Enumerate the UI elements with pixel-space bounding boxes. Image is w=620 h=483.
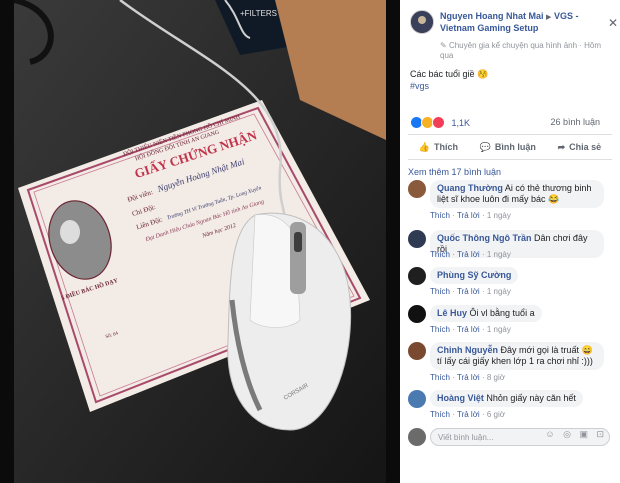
comment-meta: Thích · Trả lời · 1 ngày — [430, 287, 511, 296]
commenter-name[interactable]: Hoàng Việt — [437, 393, 484, 403]
viewer-avatar — [408, 428, 426, 446]
comment-like-link[interactable]: Thích — [430, 325, 450, 334]
post-sidebar: Nguyen Hoang Nhat Mai ▶ VGS - Vietnam Ga… — [400, 0, 620, 483]
author-avatar[interactable] — [410, 10, 434, 34]
commenter-avatar[interactable] — [408, 180, 426, 198]
comment-bubble: Phùng Sỹ Cường — [430, 267, 519, 284]
commenter-avatar[interactable] — [408, 230, 426, 248]
commenter-avatar[interactable] — [408, 342, 426, 360]
comment-reply-link[interactable]: Trả lời — [457, 250, 480, 259]
comment-reply-link[interactable]: Trả lời — [457, 211, 480, 220]
author-badge: Chuyên gia kể chuyện qua hình ảnh — [448, 41, 578, 50]
action-bar: 👍 Thích 💬 Bình luận ➦ Chia sẻ — [408, 134, 612, 160]
comment-like-link[interactable]: Thích — [430, 250, 450, 259]
comment-like-link[interactable]: Thích — [430, 410, 450, 419]
commenter-avatar[interactable] — [408, 305, 426, 323]
comment-bubble: Quang Thường Ai có thẻ thương binh liệt … — [430, 180, 604, 208]
comment-like-link[interactable]: Thích — [430, 287, 450, 296]
share-button[interactable]: ➦ Chia sẻ — [558, 142, 602, 153]
commenter-name[interactable]: Phùng Sỹ Cường — [437, 270, 511, 280]
comment-reply-link[interactable]: Trả lời — [457, 410, 480, 419]
post-hashtag[interactable]: #vgs — [410, 80, 488, 92]
author-line: Nguyen Hoang Nhat Mai ▶ VGS - Vietnam Ga… — [440, 11, 605, 34]
comment-like-link[interactable]: Thích — [430, 211, 450, 220]
post-photo: +FILTERS ĐỘI THIẾU NIÊN TIỀN PHONG HỒ CH… — [13, 0, 386, 483]
comment-button[interactable]: 💬 Bình luận — [480, 142, 536, 153]
comment-like-link[interactable]: Thích — [430, 373, 450, 382]
comment-time[interactable]: 1 ngày — [487, 325, 511, 334]
comment-meta: Thích · Trả lời · 6 giờ — [430, 410, 505, 419]
comment-reply-link[interactable]: Trả lời — [457, 287, 480, 296]
thumbs-up-icon: 👍 — [418, 141, 431, 152]
like-button-label: Thích — [434, 142, 459, 152]
comment-time[interactable]: 6 giờ — [487, 410, 505, 419]
comment-button-label: Bình luận — [494, 142, 536, 152]
comment-meta: Thích · Trả lời · 1 ngày — [430, 211, 511, 220]
comment-meta: Thích · Trả lời · 1 ngày — [430, 325, 511, 334]
reaction-bar[interactable]: 1,1K 26 bình luận — [410, 116, 610, 130]
close-icon[interactable]: ✕ — [608, 16, 618, 30]
comment-bubble: Lê Huy Ôi vl bằng tuổi a — [430, 305, 542, 322]
comment-time[interactable]: 1 ngày — [487, 287, 511, 296]
post-caption: Các bác tuổi giề 😚 — [410, 69, 489, 79]
photo-viewer[interactable]: +FILTERS ĐỘI THIẾU NIÊN TIỀN PHONG HỒ CH… — [0, 0, 400, 483]
like-button[interactable]: 👍 Thích — [419, 142, 458, 153]
share-arrow-icon: ➦ — [557, 141, 566, 152]
comment-bubble: Hoàng Việt Nhỏn giấy này căn hết — [430, 390, 583, 407]
commenter-name[interactable]: Quang Thường — [437, 183, 503, 193]
love-reaction-icon — [432, 116, 445, 129]
comment-time[interactable]: 1 ngày — [487, 211, 511, 220]
share-button-label: Chia sẻ — [569, 142, 602, 152]
speech-bubble-icon: 💬 — [479, 141, 491, 152]
arrow-icon: ▶ — [546, 14, 552, 21]
comment-time[interactable]: 8 giờ — [487, 373, 505, 382]
comment-reply-link[interactable]: Trả lời — [457, 373, 480, 382]
composer-icons[interactable]: ☺ ◎ ▣ ⊡ — [545, 429, 607, 440]
commenter-avatar[interactable] — [408, 267, 426, 285]
reaction-count[interactable]: 1,1K — [452, 118, 471, 128]
post-body: Các bác tuổi giề 😚 #vgs — [410, 68, 488, 92]
comment-count[interactable]: 26 bình luận — [550, 117, 600, 127]
post-meta: ✎ Chuyên gia kể chuyện qua hình ảnh · Hô… — [440, 41, 602, 60]
filters-badge: +FILTERS — [240, 9, 277, 18]
comment-time[interactable]: 1 ngày — [487, 250, 511, 259]
comment-meta: Thích · Trả lời · 8 giờ — [430, 373, 505, 382]
view-more-comments[interactable]: Xem thêm 17 bình luận — [408, 167, 501, 177]
comment-composer: Viết bình luận... ☺ ◎ ▣ ⊡ — [408, 426, 613, 448]
author-name[interactable]: Nguyen Hoang Nhat Mai — [440, 11, 544, 21]
commenter-avatar[interactable] — [408, 390, 426, 408]
comment-text: Nhỏn giấy này căn hết — [486, 393, 576, 403]
comment-meta: Thích · Trả lời · 1 ngày — [430, 250, 511, 259]
badge-icon: ✎ — [440, 41, 447, 50]
comment-reply-link[interactable]: Trả lời — [457, 325, 480, 334]
comment-text: Ôi vl bằng tuổi a — [469, 308, 535, 318]
commenter-name[interactable]: Quốc Thông Ngô Trần — [437, 233, 532, 243]
commenter-name[interactable]: Lê Huy — [437, 308, 467, 318]
comment-bubble: Chinh Nguyễn Đây mới gọi là truất 😄 tí l… — [430, 342, 604, 370]
commenter-name[interactable]: Chinh Nguyễn — [437, 345, 498, 355]
